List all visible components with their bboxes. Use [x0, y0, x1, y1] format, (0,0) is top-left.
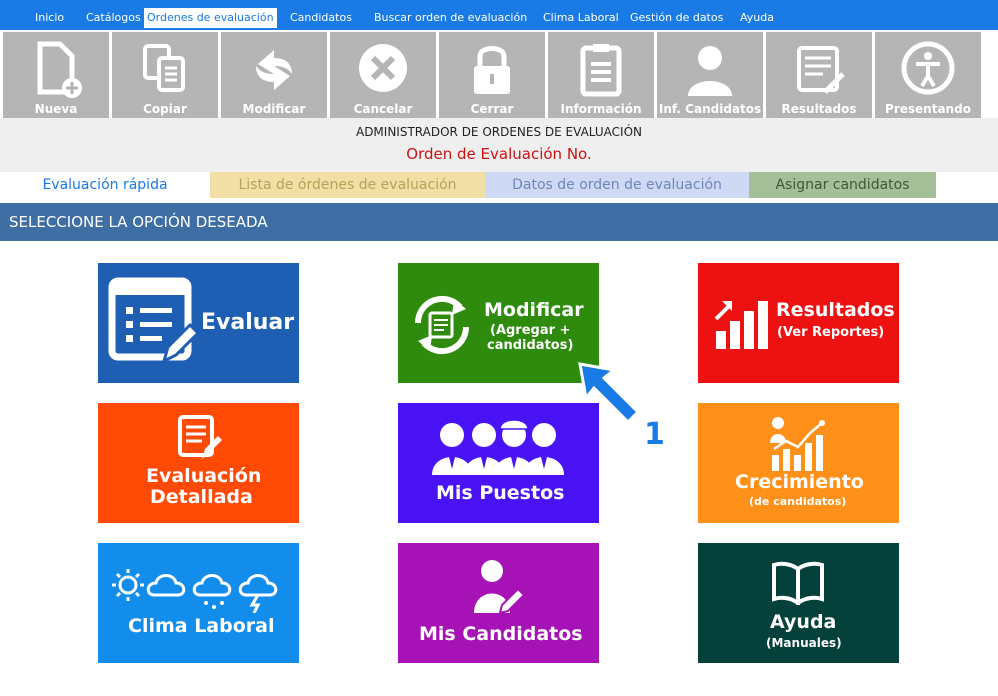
- toolbar-nueva-button[interactable]: Nueva: [3, 32, 109, 118]
- menu-inicio[interactable]: Inicio: [35, 8, 64, 28]
- menu-ordenes-evaluacion[interactable]: Ordenes de evaluación: [144, 8, 277, 28]
- toolbar-resultados-label: Resultados: [781, 102, 857, 116]
- annotation-arrow-icon: [578, 362, 641, 425]
- menu-catalogos[interactable]: Catálogos: [86, 8, 141, 28]
- tile-ayuda[interactable]: Ayuda (Manuales): [698, 543, 899, 663]
- toolbar-cancelar-button[interactable]: Cancelar: [330, 32, 436, 118]
- tile-mis-puestos-title: Mis Puestos: [436, 482, 565, 504]
- toolbar-presentando-label: Presentando: [885, 102, 971, 116]
- copy-icon: [143, 44, 185, 92]
- toolbar-modificar-label: Modificar: [242, 102, 306, 116]
- tile-resultados-title: Resultados: [776, 299, 895, 321]
- tile-mis-candidatos[interactable]: Mis Candidatos: [398, 543, 599, 663]
- tile-crecimiento-title: Crecimiento: [735, 471, 864, 493]
- tile-ayuda-title: Ayuda: [770, 611, 837, 633]
- growth-chart-icon: [770, 417, 825, 471]
- toolbar-cerrar-button[interactable]: Cerrar: [439, 32, 545, 118]
- toolbar-nueva-label: Nueva: [34, 102, 78, 116]
- toolbar: Nueva Copiar Modificar Cancelar Cerrar I…: [0, 30, 998, 118]
- cancel-icon: [359, 44, 407, 92]
- bar-chart-up-icon: [714, 301, 768, 349]
- tab-datos-orden[interactable]: Datos de orden de evaluación: [485, 172, 749, 198]
- tab-asignar-candidatos[interactable]: Asignar candidatos: [749, 172, 936, 198]
- detailed-document-icon: [178, 415, 222, 459]
- toolbar-cancelar-label: Cancelar: [353, 102, 413, 116]
- tab-lista-ordenes[interactable]: Lista de órdenes de evaluación: [210, 172, 485, 198]
- toolbar-informacion-label: Información: [560, 102, 642, 116]
- tile-ayuda-sub: (Manuales): [766, 636, 842, 650]
- tile-mis-puestos[interactable]: Mis Puestos: [398, 403, 599, 523]
- tile-evaluar-title: Evaluar: [201, 310, 295, 335]
- refresh-document-icon: [414, 295, 470, 355]
- toolbar-inf-candidatos-button[interactable]: Inf. Candidatos: [657, 32, 763, 118]
- workers-group-icon: [432, 419, 564, 475]
- tile-clima-laboral[interactable]: Clima Laboral: [98, 543, 299, 663]
- toolbar-copiar-label: Copiar: [143, 102, 187, 116]
- toolbar-resultados-button[interactable]: Resultados: [766, 32, 872, 118]
- menu-gestion-datos[interactable]: Gestión de datos: [630, 8, 723, 28]
- tab-evaluacion-rapida[interactable]: Evaluación rápida: [0, 172, 210, 198]
- new-file-icon: [37, 41, 82, 98]
- person-icon: [688, 46, 732, 96]
- tile-evaluar[interactable]: Evaluar: [98, 263, 299, 383]
- toolbar-inf-candidatos-label: Inf. Candidatos: [658, 102, 762, 116]
- tile-crecimiento-sub: (de candidatos): [749, 495, 847, 508]
- tile-mis-candidatos-title: Mis Candidatos: [419, 623, 583, 645]
- tile-resultados-sub: (Ver Reportes): [777, 325, 885, 340]
- toolbar-copiar-button[interactable]: Copiar: [112, 32, 218, 118]
- menu-clima-laboral[interactable]: Clima Laboral: [543, 8, 619, 28]
- toolbar-cerrar-label: Cerrar: [470, 102, 514, 116]
- tile-modificar-title: Modificar: [484, 299, 584, 321]
- menu-buscar-orden[interactable]: Buscar orden de evaluación: [374, 8, 527, 28]
- report-icon: [797, 46, 845, 94]
- menu-candidatos[interactable]: Candidatos: [290, 8, 352, 28]
- annotation-number: 1: [644, 417, 665, 452]
- toolbar-modificar-button[interactable]: Modificar: [221, 32, 327, 118]
- lock-icon: [474, 46, 510, 94]
- sun-icon: [112, 569, 144, 601]
- tile-modificar[interactable]: Modificar (Agregar + candidatos): [398, 263, 599, 383]
- clipboard-icon: [580, 44, 622, 97]
- admin-title: ADMINISTRADOR DE ORDENES DE EVALUACIÓN: [355, 125, 642, 139]
- weather-icons: [112, 569, 278, 613]
- section-header: SELECCIONE LA OPCIÓN DESEADA: [0, 203, 998, 241]
- candidate-edit-icon: [474, 560, 524, 615]
- menu-ayuda[interactable]: Ayuda: [740, 8, 774, 28]
- refresh-arrows-icon: [256, 50, 292, 90]
- tile-crecimiento[interactable]: Crecimiento (de candidatos): [698, 403, 899, 523]
- book-icon: [772, 561, 824, 605]
- page-header: ADMINISTRADOR DE ORDENES DE EVALUACIÓN O…: [0, 118, 998, 172]
- tile-evaluacion-detallada[interactable]: Evaluación Detallada: [98, 403, 299, 523]
- top-menu-bar: Inicio Catálogos Ordenes de evaluación C…: [0, 0, 998, 30]
- tile-clima-laboral-title: Clima Laboral: [128, 615, 275, 637]
- tile-resultados[interactable]: Resultados (Ver Reportes): [698, 263, 899, 383]
- tile-modificar-sub1: (Agregar +: [490, 323, 571, 338]
- order-number-title: Orden de Evaluación No.: [406, 145, 592, 163]
- tile-modificar-sub2: candidatos): [487, 338, 574, 353]
- tile-evaluacion-detallada-title1: Evaluación: [146, 465, 262, 487]
- toolbar-presentando-button[interactable]: Presentando: [875, 32, 981, 118]
- accessibility-icon: [901, 41, 955, 95]
- section-title: SELECCIONE LA OPCIÓN DESEADA: [9, 213, 268, 231]
- toolbar-informacion-button[interactable]: Información: [548, 32, 654, 118]
- tile-evaluacion-detallada-title2: Detallada: [150, 486, 253, 508]
- checklist-pencil-icon: [108, 277, 198, 364]
